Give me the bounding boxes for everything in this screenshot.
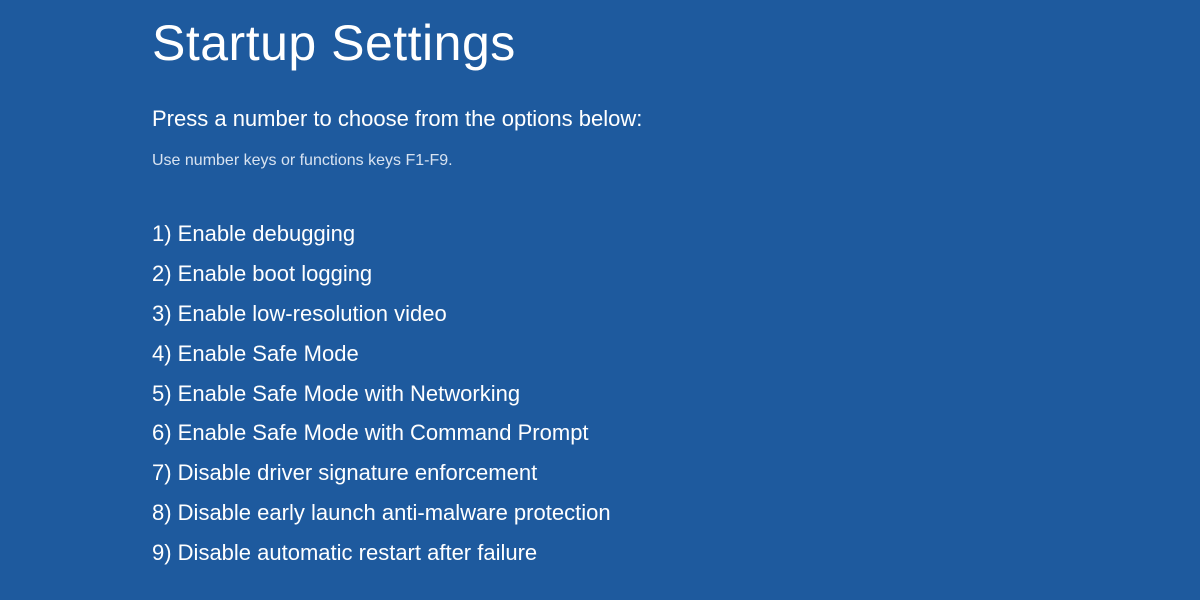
option-2[interactable]: 2) Enable boot logging [152, 258, 1200, 290]
options-list: 1) Enable debugging 2) Enable boot loggi… [152, 218, 1200, 569]
hint-text: Use number keys or functions keys F1-F9. [152, 152, 1200, 170]
instruction-text: Press a number to choose from the option… [152, 106, 1200, 132]
page-title: Startup Settings [152, 14, 1200, 72]
option-7[interactable]: 7) Disable driver signature enforcement [152, 457, 1200, 489]
option-1[interactable]: 1) Enable debugging [152, 218, 1200, 250]
option-3[interactable]: 3) Enable low-resolution video [152, 298, 1200, 330]
option-8[interactable]: 8) Disable early launch anti-malware pro… [152, 497, 1200, 529]
option-6[interactable]: 6) Enable Safe Mode with Command Prompt [152, 417, 1200, 449]
option-9[interactable]: 9) Disable automatic restart after failu… [152, 537, 1200, 569]
option-4[interactable]: 4) Enable Safe Mode [152, 338, 1200, 370]
option-5[interactable]: 5) Enable Safe Mode with Networking [152, 378, 1200, 410]
